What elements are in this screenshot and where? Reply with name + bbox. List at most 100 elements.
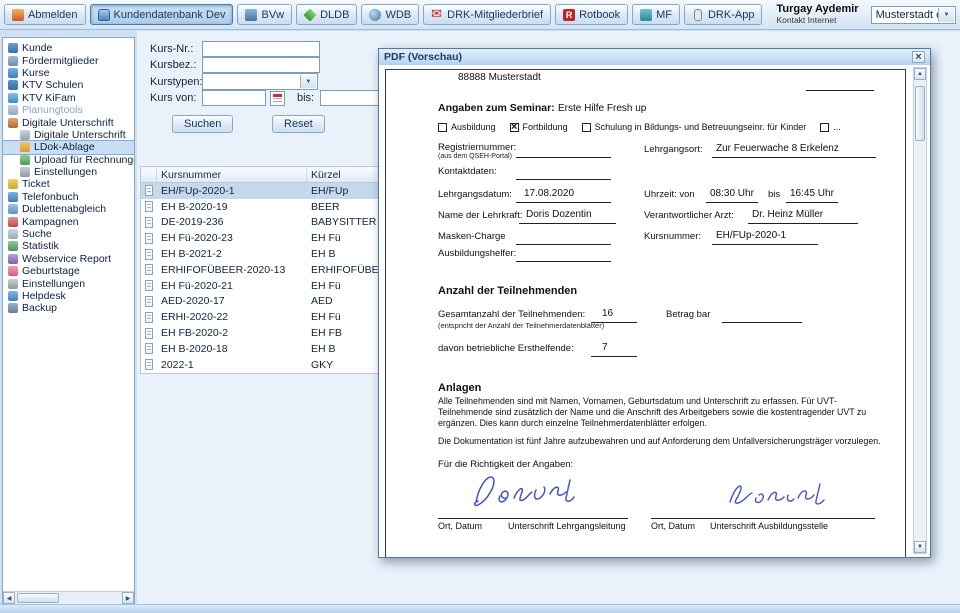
toolbar-button[interactable]: DRK-Mitgliederbrief <box>423 4 551 25</box>
pdf-vscrollbar[interactable] <box>913 67 927 554</box>
sidebar-item[interactable]: Digitale Unterschrift <box>3 129 134 141</box>
kurs-bis-input[interactable] <box>320 90 384 106</box>
sidebar-hscrollbar[interactable] <box>3 591 134 604</box>
signature-ausbildungsstelle <box>724 474 844 514</box>
sidebar-item[interactable]: Einstellungen <box>3 166 134 178</box>
sidebar-item[interactable]: Ticket <box>3 178 134 190</box>
close-icon[interactable] <box>912 51 925 63</box>
sidebar-item[interactable]: LDok-Ablage <box>3 141 134 153</box>
course-doc-icon <box>145 233 153 244</box>
scroll-up-icon[interactable] <box>914 68 926 80</box>
sidebar-hscroll-thumb[interactable] <box>17 593 59 603</box>
sidebar-item-label: Geburtstage <box>22 265 80 277</box>
sidebar-item[interactable]: Kurse <box>3 67 134 79</box>
pdf-ausbildungshelfer-label: Ausbildungshelfer: <box>438 248 516 259</box>
sidebar-item[interactable]: Suche <box>3 228 134 240</box>
pdf-kursnummer-label: Kursnummer: <box>644 231 701 242</box>
backup-icon <box>8 303 18 313</box>
toolbar-button[interactable]: DLDB <box>296 4 357 25</box>
kurs-von-input[interactable] <box>202 90 266 106</box>
toolbar-button[interactable]: DRK-App <box>684 4 762 25</box>
dldb-icon <box>303 8 316 21</box>
upload-icon <box>20 155 30 165</box>
header-icon-column[interactable] <box>141 167 157 182</box>
sidebar-item[interactable]: Dublettenabgleich <box>3 203 134 215</box>
scroll-left-icon[interactable] <box>3 592 15 604</box>
cell-kursnummer: EH FB-2020-2 <box>157 327 307 339</box>
course-doc-icon <box>145 343 153 354</box>
toolbar-button[interactable]: MF <box>632 4 680 25</box>
kursbez-input[interactable] <box>202 57 320 73</box>
calendar-icon[interactable] <box>270 91 285 106</box>
kurstypen-select[interactable] <box>202 73 318 90</box>
signature-lehrgangsleitung <box>466 468 601 514</box>
pdf-uhrzeit-bis-value: 16:45 Uhr <box>790 188 834 199</box>
pdf-registriernummer-line <box>516 156 611 158</box>
modal-titlebar[interactable]: PDF (Vorschau) <box>379 49 930 66</box>
sidebar-item[interactable]: Upload für Rechnungen <box>3 154 134 166</box>
pdf-preview-modal: PDF (Vorschau) 88888 Musterstadt Angaben… <box>378 48 931 558</box>
pdf-betrieblich-value: 7 <box>602 342 608 353</box>
planning-icon <box>8 105 18 115</box>
toolbar-button-label: Kundendatenbank Dev <box>114 9 226 21</box>
pdf-sig-right-unterschrift: Unterschrift Ausbildungsstelle <box>710 521 828 531</box>
signature-sub-icon <box>20 130 30 140</box>
pdf-signature-line-right <box>651 517 875 519</box>
toolbar-button[interactable]: Rotbook <box>555 4 628 25</box>
sidebar-item[interactable]: Helpdesk <box>3 290 134 302</box>
sidebar-item[interactable]: Telefonbuch <box>3 191 134 203</box>
app-icon <box>694 9 702 21</box>
scroll-down-icon[interactable] <box>914 541 926 553</box>
course-doc-icon <box>145 249 153 260</box>
sidebar-item[interactable]: KTV KiFam <box>3 92 134 104</box>
sidebar-hscroll-track[interactable] <box>15 592 122 604</box>
sidebar-item[interactable]: Fördermitglieder <box>3 54 134 66</box>
status-bar <box>0 604 960 613</box>
pdf-uhrzeit-bis-line <box>786 201 838 203</box>
pdf-registriernummer-label: Registriernummer: <box>438 142 516 153</box>
sidebar-item[interactable]: Webservice Report <box>3 253 134 265</box>
sidebar-item-label: Planungtools <box>22 104 83 116</box>
checkbox-icon <box>438 123 447 132</box>
pdf-kursnummer-line <box>712 243 818 245</box>
suchen-button[interactable]: Suchen <box>172 115 233 133</box>
organization-select[interactable]: Musterstadt e.V. <box>871 6 956 24</box>
pdf-lehrgangsort-line <box>712 156 876 158</box>
toolbar-button[interactable]: BVw <box>237 4 292 25</box>
pdf-lehrgangsdatum-label: Lehrgangsdatum: <box>438 189 512 200</box>
sidebar-item[interactable]: KTV Schulen <box>3 79 134 91</box>
sidebar-item[interactable]: Kampagnen <box>3 215 134 227</box>
sidebar-item[interactable]: Planungtools <box>3 104 134 116</box>
scroll-right-icon[interactable] <box>122 592 134 604</box>
toolbar-button-label: DRK-App <box>708 9 754 21</box>
sidebar-item[interactable]: Einstellungen <box>3 277 134 289</box>
pdf-betrieblich-line <box>591 355 637 357</box>
sidebar-item[interactable]: Statistik <box>3 240 134 252</box>
ticket-icon <box>8 179 18 189</box>
modal-title: PDF (Vorschau) <box>384 51 462 63</box>
pdf-kursnummer-value: EH/FUp-2020-1 <box>716 230 786 241</box>
kurs-nr-input[interactable] <box>202 41 320 57</box>
pdf-ausbildungshelfer-line <box>516 260 611 262</box>
pdf-vscroll-thumb[interactable] <box>915 86 925 141</box>
course-doc-icon <box>145 185 153 196</box>
pdf-checkbox-group: Ausbildung <box>438 122 496 132</box>
user-role: Kontakt Internet <box>776 16 858 26</box>
toolbar-button[interactable]: WDB <box>361 4 419 25</box>
sidebar-item[interactable]: Geburtstage <box>3 265 134 277</box>
sidebar-item[interactable]: Backup <box>3 302 134 314</box>
chevron-down-icon <box>300 75 316 88</box>
modal-body: 88888 Musterstadt Angaben zum Seminar: E… <box>379 65 930 557</box>
mf-icon <box>640 9 652 21</box>
header-kursnummer[interactable]: Kursnummer <box>157 167 307 182</box>
logout-icon <box>12 9 24 21</box>
reset-button[interactable]: Reset <box>272 115 325 133</box>
toolbar-button-label: BVw <box>261 9 284 21</box>
sidebar-item[interactable]: Digitale Unterschrift <box>3 116 134 128</box>
toolbar-button[interactable]: Kundendatenbank Dev <box>90 4 234 25</box>
sidebar-item-label: Fördermitglieder <box>22 55 98 67</box>
toolbar-button[interactable]: Abmelden <box>4 4 86 25</box>
sidebar: Kunde Fördermitglieder Kurse KTV Schulen… <box>2 37 135 605</box>
cell-kursnummer: AED-2020-17 <box>157 295 307 307</box>
sidebar-item[interactable]: Kunde <box>3 42 134 54</box>
